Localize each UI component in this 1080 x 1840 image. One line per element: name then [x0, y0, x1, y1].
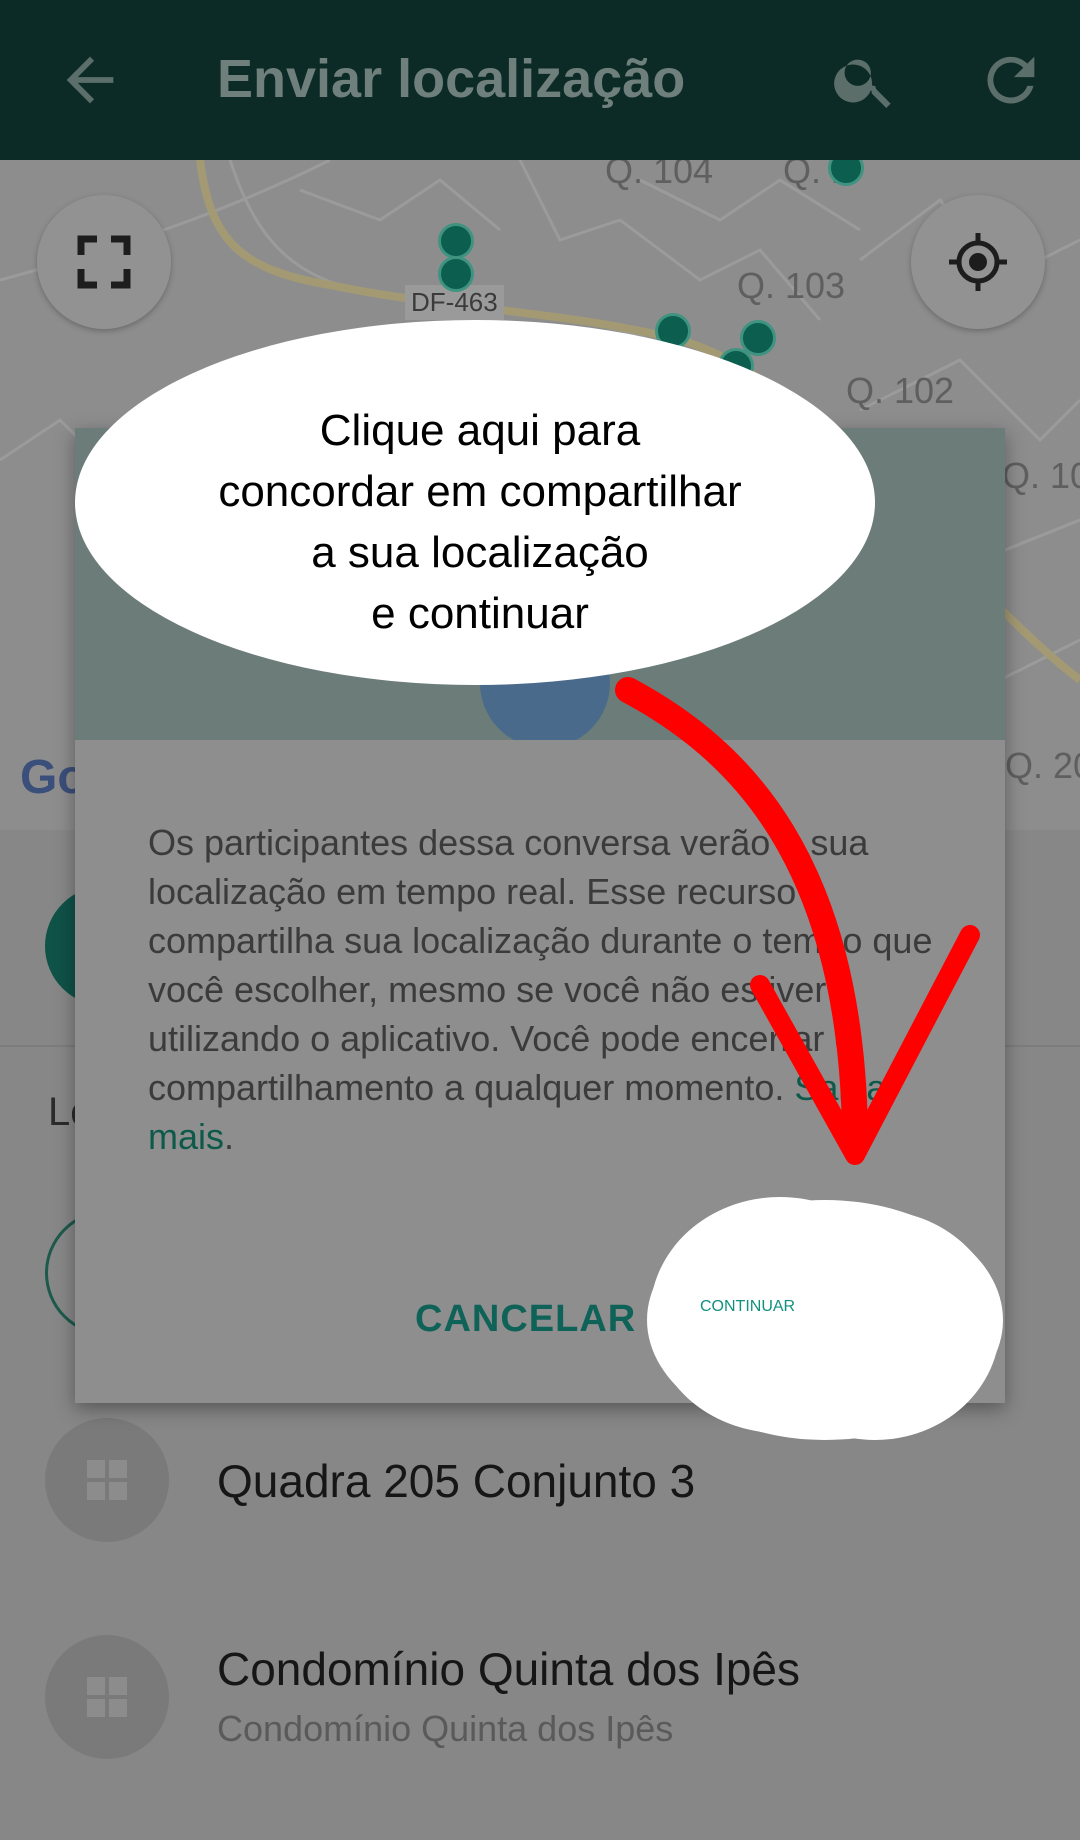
my-location-button[interactable]: [911, 195, 1045, 329]
map-label: Q. 201: [1005, 745, 1080, 786]
page-title: Enviar localização: [217, 49, 686, 109]
map-label: Q. 102: [846, 370, 955, 411]
map-label: Q. 103: [737, 265, 846, 306]
dialog-body: Os participantes dessa conversa verão a …: [148, 818, 948, 1161]
bubble-text: Clique aqui para concordar em compartilh…: [120, 400, 840, 644]
bubble-line: a sua localização: [311, 528, 649, 577]
fullscreen-icon: [77, 235, 131, 289]
bubble-line: e continuar: [371, 589, 589, 638]
refresh-icon[interactable]: [976, 45, 1046, 115]
cancel-button[interactable]: CANCELAR: [415, 1298, 636, 1341]
arrow-left-icon[interactable]: [55, 45, 125, 115]
my-location-icon: [949, 233, 1007, 291]
bubble-line: Clique aqui para: [319, 406, 641, 455]
map-pin[interactable]: [438, 223, 474, 259]
search-icon[interactable]: [830, 45, 900, 115]
dialog-punct: .: [224, 1116, 235, 1157]
list-item-title: Condomínio Quinta dos Ipês: [217, 1643, 801, 1695]
map-label: Q. 10: [1002, 455, 1080, 496]
map-label: Q. 104: [605, 160, 714, 191]
place-icon: [45, 1635, 169, 1759]
highlight-spot: [647, 1197, 1003, 1440]
dialog-message: Os participantes dessa conversa verão a …: [148, 822, 933, 1108]
place-icon: [45, 1418, 169, 1542]
toolbar: Enviar localização: [0, 0, 1080, 160]
map-pin[interactable]: [438, 256, 474, 292]
list-item-subtitle: Condomínio Quinta dos Ipês: [217, 1708, 674, 1749]
continue-button[interactable]: CONTINUAR: [700, 1298, 795, 1316]
list-item-title: Quadra 205 Conjunto 3: [217, 1455, 696, 1507]
fullscreen-button[interactable]: [37, 195, 171, 329]
bubble-line: concordar em compartilhar: [218, 467, 742, 516]
